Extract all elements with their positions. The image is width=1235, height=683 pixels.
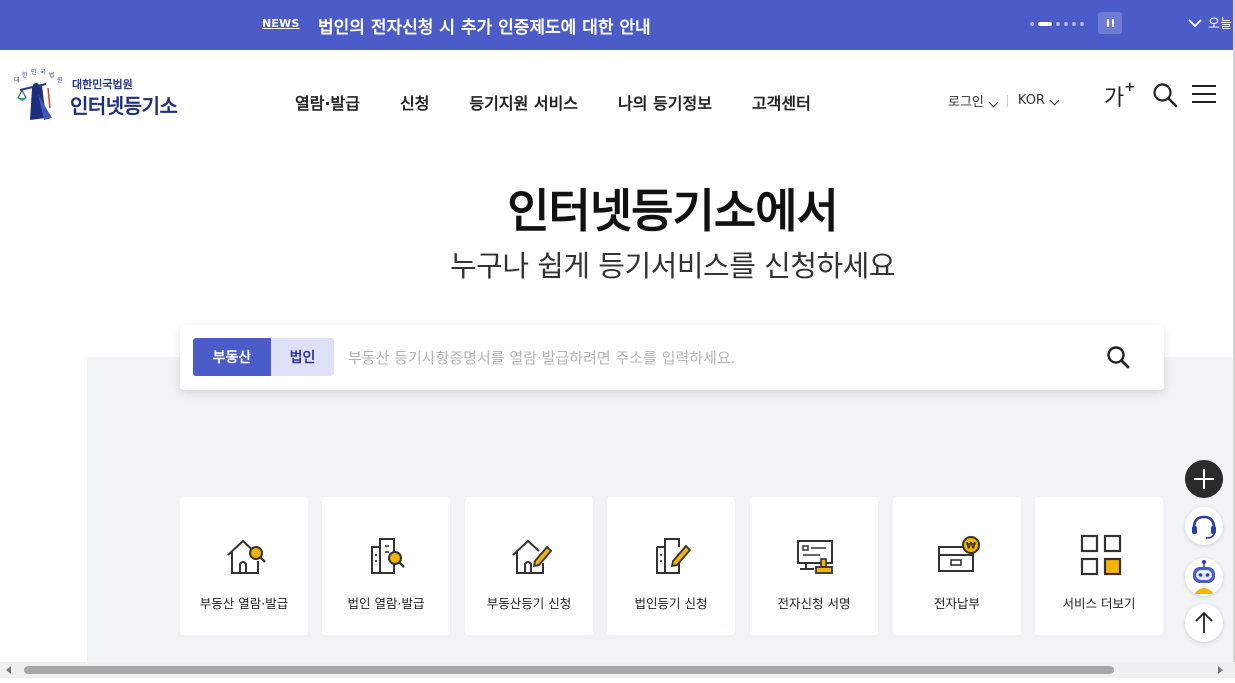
service-card-more-services[interactable]: 서비스 더보기 <box>1035 497 1163 635</box>
svg-text:국: 국 <box>40 69 46 76</box>
search-submit-button[interactable] <box>1105 344 1133 372</box>
scroll-right-arrow-icon[interactable] <box>1218 666 1223 674</box>
house-search-icon <box>227 539 266 574</box>
scroll-top-arrow-icon[interactable] <box>1185 604 1223 642</box>
service-label: 법인 열람·발급 <box>347 596 425 611</box>
address-search-input[interactable] <box>348 347 1048 369</box>
tab-corporation[interactable]: 법인 <box>271 338 334 376</box>
news-pagination <box>1030 22 1084 26</box>
nav-item-view-issue[interactable]: 열람·발급 <box>295 90 360 114</box>
scroll-left-arrow-icon[interactable] <box>6 666 11 674</box>
language-dropdown[interactable]: KOR <box>1017 93 1060 108</box>
news-dot-active[interactable] <box>1038 22 1052 26</box>
svg-text:₩: ₩ <box>966 542 976 552</box>
hamburger-menu-icon[interactable] <box>1192 84 1216 104</box>
nav-item-my-registry[interactable]: 나의 등기정보 <box>618 90 712 114</box>
nav-item-support-services[interactable]: 등기지원 서비스 <box>469 90 578 114</box>
hero-title: 인터넷등기소에서 <box>507 184 839 238</box>
service-label: 전자납부 <box>933 596 980 611</box>
header-search-icon[interactable] <box>1152 82 1178 108</box>
logo-title: 인터넷등기소 <box>70 94 178 118</box>
service-label: 서비스 더보기 <box>1062 596 1136 611</box>
search-box: 부동산 법인 <box>180 325 1164 390</box>
utility-menu: 로그인 KOR <box>948 91 1060 110</box>
wallet-won-icon: ₩ <box>938 536 980 572</box>
header: 대 한 민 국 법 원 대한민국법원 인터넷등기소 열람·발급 신청 등기지원 <box>0 50 1235 150</box>
quick-menu-plus-button[interactable] <box>1185 460 1223 498</box>
news-bar: NEWS 법인의 전자신청 시 추가 인증제도에 대한 안내 오늘 <box>0 0 1235 50</box>
today-label: 오늘 <box>1208 17 1232 32</box>
tab-real-estate[interactable]: 부동산 <box>193 338 271 376</box>
today-close-button[interactable]: 오늘 <box>1188 13 1232 32</box>
service-card-e-signature[interactable]: 전자신청 서명 <box>750 497 878 635</box>
monitor-stamp-icon <box>797 540 833 574</box>
chatbot-icon[interactable] <box>1185 558 1223 596</box>
horizontal-scrollbar[interactable] <box>0 662 1235 678</box>
news-dot[interactable] <box>1064 22 1068 26</box>
court-emblem-icon: 대 한 민 국 법 원 <box>14 68 63 120</box>
news-dot[interactable] <box>1056 22 1060 26</box>
news-dot[interactable] <box>1030 22 1034 26</box>
login-dropdown[interactable]: 로그인 <box>948 91 999 110</box>
service-card-corporation-apply[interactable]: 법인등기 신청 <box>607 497 735 635</box>
news-dot[interactable] <box>1080 22 1084 26</box>
font-size-label: 가 <box>1104 86 1125 111</box>
page: NEWS 법인의 전자신청 시 추가 인증제도에 대한 안내 오늘 대 한 민 … <box>0 0 1235 683</box>
pause-icon <box>1106 19 1109 27</box>
svg-text:원: 원 <box>57 76 63 84</box>
language-label: KOR <box>1017 93 1045 108</box>
building-search-icon <box>371 538 405 574</box>
headset-icon[interactable] <box>1185 507 1223 545</box>
service-label: 부동산 열람·발급 <box>199 596 289 611</box>
svg-text:대: 대 <box>14 76 20 84</box>
svg-text:한: 한 <box>22 72 28 79</box>
service-card-corporation-view[interactable]: 법인 열람·발급 <box>322 497 450 635</box>
bottom-edge <box>0 678 1235 683</box>
pause-icon <box>1111 19 1114 27</box>
nav-item-apply[interactable]: 신청 <box>400 90 429 114</box>
service-card-real-estate-apply[interactable]: 부동산등기 신청 <box>465 497 593 635</box>
news-pause-button[interactable] <box>1098 12 1122 34</box>
main-navigation: 열람·발급 신청 등기지원 서비스 나의 등기정보 고객센터 <box>295 90 811 114</box>
logo-link[interactable]: 대 한 민 국 법 원 대한민국법원 인터넷등기소 <box>10 68 200 124</box>
svg-text:민: 민 <box>31 68 37 76</box>
news-headline-link[interactable]: 법인의 전자신청 시 추가 인증제도에 대한 안내 <box>318 13 651 38</box>
news-tag: NEWS <box>262 17 300 30</box>
horizontal-scrollbar-thumb[interactable] <box>24 666 1114 674</box>
grid-icon <box>1080 534 1122 576</box>
chevron-down-icon <box>988 97 999 108</box>
service-card-real-estate-view[interactable]: 부동산 열람·발급 <box>180 497 308 635</box>
check-icon <box>1188 18 1202 27</box>
font-size-plus: + <box>1124 79 1136 95</box>
divider <box>1006 94 1008 107</box>
login-label: 로그인 <box>948 95 984 110</box>
hero-subtitle: 누구나 쉽게 등기서비스를 신청하세요 <box>449 249 896 283</box>
service-label: 전자신청 서명 <box>777 596 851 611</box>
service-label: 법인등기 신청 <box>634 596 708 611</box>
building-pen-icon <box>656 538 692 574</box>
service-label: 부동산등기 신청 <box>486 596 572 611</box>
chevron-down-icon <box>1049 95 1060 106</box>
house-pen-icon <box>512 539 553 574</box>
news-dot[interactable] <box>1072 22 1076 26</box>
font-size-button[interactable]: 가+ <box>1104 80 1135 112</box>
service-card-e-payment[interactable]: ₩ 전자납부 <box>893 497 1021 635</box>
nav-item-customer-center[interactable]: 고객센터 <box>752 90 811 114</box>
svg-text:법: 법 <box>49 71 55 79</box>
